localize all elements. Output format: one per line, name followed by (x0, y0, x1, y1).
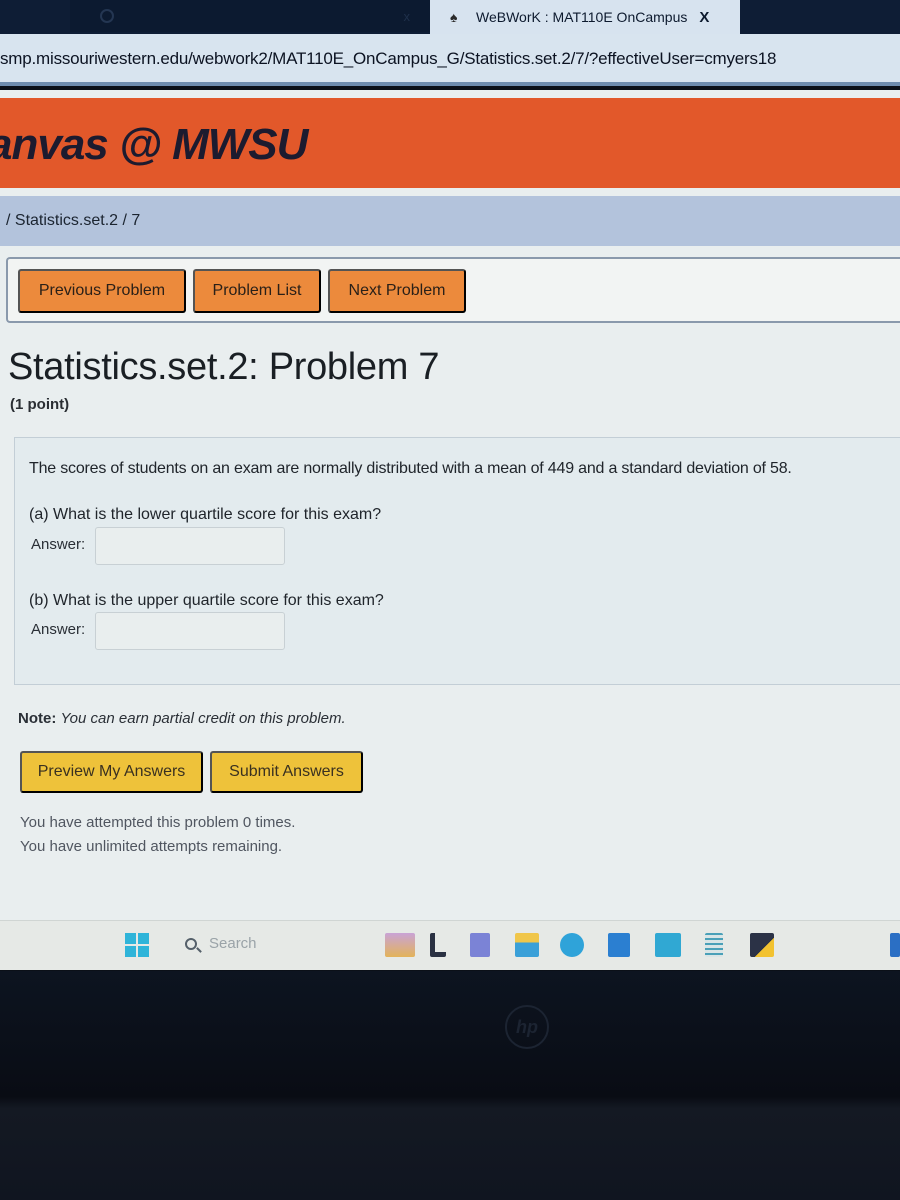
site-banner: anvas @ MWSU (0, 98, 900, 188)
teams-icon[interactable] (470, 933, 490, 957)
attempts-count: You have attempted this problem 0 times. (20, 814, 296, 831)
next-problem-button[interactable]: Next Problem (328, 269, 466, 313)
outlook-icon[interactable] (890, 933, 900, 957)
url-text[interactable]: smp.missouriwestern.edu/webwork2/MAT110E… (0, 49, 776, 69)
tab-close-icon[interactable]: X (699, 9, 709, 26)
problem-statement: The scores of students on an exam are no… (29, 460, 792, 477)
tab-favicon-icon (100, 9, 114, 23)
note-label: Note: (18, 710, 57, 727)
problem-body: The scores of students on an exam are no… (14, 437, 900, 685)
webwork-favicon-icon: ♠ (450, 9, 458, 25)
sticky-notes-icon[interactable] (750, 933, 774, 957)
tab-title: WeBWorK : MAT110E OnCampus (476, 9, 688, 25)
microsoft-store-icon[interactable] (608, 933, 630, 957)
note-text: You can earn partial credit on this prob… (60, 710, 346, 727)
notepad-icon[interactable] (705, 933, 723, 957)
answer-input-b[interactable] (95, 612, 285, 650)
preview-answers-button[interactable]: Preview My Answers (20, 751, 203, 793)
edge-icon[interactable] (560, 933, 584, 957)
search-icon (185, 937, 197, 950)
answer-input-a[interactable] (95, 527, 285, 565)
breadcrumb: / Statistics.set.2 / 7 (0, 196, 900, 246)
browser-tab-inactive[interactable]: x (70, 0, 430, 32)
paint-icon[interactable] (385, 933, 415, 957)
site-brand[interactable]: anvas @ MWSU (0, 120, 308, 170)
question-b: (b) What is the upper quartile score for… (29, 592, 384, 609)
windows-start-icon[interactable] (125, 933, 149, 957)
webwork-page: anvas @ MWSU / Statistics.set.2 / 7 Prev… (0, 90, 900, 930)
hp-logo-icon: hp (505, 1005, 549, 1049)
browser-tab-bar: x ♠ WeBWorK : MAT110E OnCampus X (0, 0, 900, 34)
question-a: (a) What is the lower quartile score for… (29, 506, 382, 523)
problem-nav: Previous Problem Problem List Next Probl… (6, 257, 900, 323)
page-title: Statistics.set.2: Problem 7 (8, 346, 440, 388)
file-explorer-icon[interactable] (515, 933, 539, 957)
answer-label-b: Answer: (31, 621, 86, 638)
previous-problem-button[interactable]: Previous Problem (18, 269, 186, 313)
answer-label-a: Answer: (31, 536, 86, 553)
problem-points: (1 point) (10, 396, 70, 413)
os-taskbar: Search (0, 920, 900, 970)
address-bar[interactable]: smp.missouriwestern.edu/webwork2/MAT110E… (0, 34, 900, 86)
taskbar-search[interactable]: Search (185, 935, 257, 952)
myhp-icon[interactable] (655, 933, 681, 957)
partial-credit-note: Note: You can earn partial credit on thi… (18, 710, 346, 727)
problem-list-button[interactable]: Problem List (193, 269, 321, 313)
breadcrumb-text[interactable]: / Statistics.set.2 / 7 (6, 212, 140, 230)
app-icon[interactable] (430, 933, 446, 957)
submit-answers-button[interactable]: Submit Answers (210, 751, 363, 793)
taskbar-search-placeholder: Search (209, 935, 257, 952)
browser-tab-active[interactable]: ♠ WeBWorK : MAT110E OnCampus X (430, 0, 740, 34)
laptop-bezel (0, 971, 900, 1200)
tab-close-icon[interactable]: x (404, 9, 411, 24)
attempts-remaining: You have unlimited attempts remaining. (20, 838, 283, 855)
